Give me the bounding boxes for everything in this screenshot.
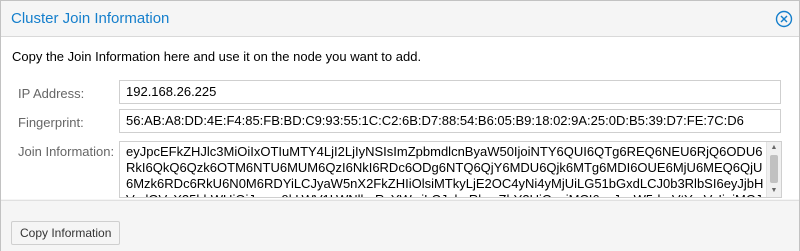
cluster-join-dialog: Cluster Join Information Copy the Join I…	[0, 0, 800, 251]
ip-address-field[interactable]: 192.168.26.225	[119, 80, 781, 104]
intro-text: Copy the Join Information here and use i…	[12, 49, 422, 64]
copy-information-button[interactable]: Copy Information	[11, 221, 121, 245]
scroll-down-arrow-icon[interactable]: ▼	[767, 185, 781, 197]
dialog-footer: Copy Information	[1, 200, 799, 251]
join-information-text: eyJpcEFkZHJlc3MiOiIxOTIuMTY4LjI2LjIyNSIs…	[126, 144, 764, 197]
fingerprint-field[interactable]: 56:AB:A8:DD:4E:F4:85:FB:BD:C9:93:55:1C:C…	[119, 109, 781, 133]
close-icon[interactable]	[775, 10, 793, 28]
fingerprint-label: Fingerprint:	[18, 115, 84, 130]
textarea-scrollbar[interactable]: ▲ ▼	[766, 142, 781, 197]
ip-address-label: IP Address:	[18, 86, 85, 101]
dialog-title: Cluster Join Information	[11, 10, 170, 27]
dialog-titlebar: Cluster Join Information	[1, 1, 799, 37]
join-information-textarea[interactable]: eyJpcEFkZHJlc3MiOiIxOTIuMTY4LjI2LjIyNSIs…	[119, 141, 782, 198]
dialog-body: Copy the Join Information here and use i…	[1, 37, 799, 199]
scrollbar-thumb[interactable]	[770, 155, 778, 183]
join-information-label: Join Information:	[18, 144, 115, 159]
scroll-up-arrow-icon[interactable]: ▲	[767, 142, 781, 154]
